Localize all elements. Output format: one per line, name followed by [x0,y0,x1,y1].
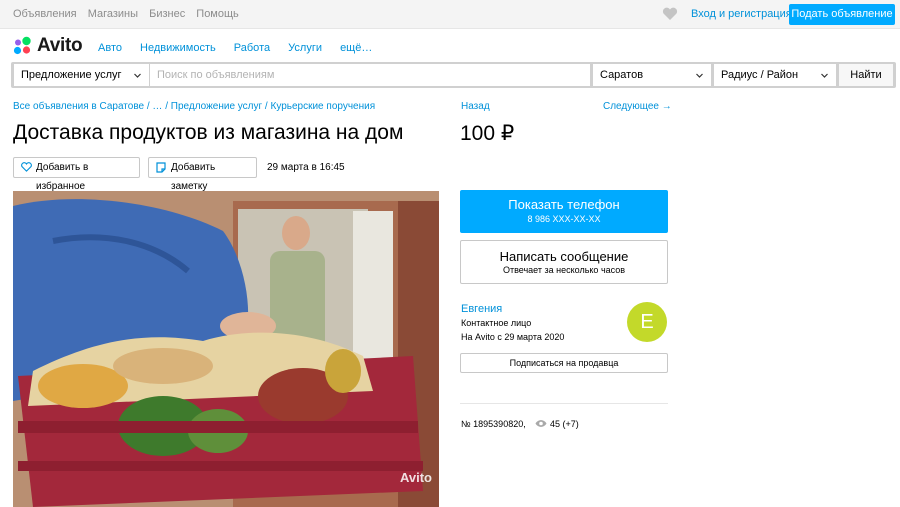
divider [460,403,668,404]
top-bar: Объявления Магазины Бизнес Помощь Вход и… [0,0,900,29]
note-icon [156,162,166,173]
login-link[interactable]: Вход и регистрация [691,8,792,20]
top-nav-business[interactable]: Бизнес [149,8,185,20]
view-count: 45 (+7) [550,419,579,429]
city-select-value: Саратов [600,69,644,81]
heart-icon [21,162,32,172]
top-nav-shops[interactable]: Магазины [88,8,138,20]
search-button[interactable]: Найти [839,64,893,86]
top-nav-help[interactable]: Помощь [196,8,239,20]
show-phone-button[interactable]: Показать телефон 8 986 XXX-XX-XX [460,190,668,233]
photo-watermark: Avito [399,470,432,485]
category-select-value: Предложение услуг [21,69,122,81]
catnav-realty[interactable]: Недвижимость [140,42,216,54]
category-nav: Авто Недвижимость Работа Услуги ещё… [98,42,387,54]
catnav-jobs[interactable]: Работа [234,42,270,54]
price: 100 ₽ [460,122,515,145]
next-link[interactable]: Следующее → [603,101,672,112]
write-message-label: Написать сообщение [499,249,629,264]
catnav-more[interactable]: ещё… [340,42,372,54]
logo-text: Avito [37,35,83,56]
radius-select-value: Радиус / Район [721,69,799,81]
top-nav-ads[interactable]: Объявления [13,8,77,20]
add-favorite-button[interactable]: Добавить в избранное [13,157,140,192]
radius-select[interactable]: Радиус / Район [714,64,836,86]
catnav-services[interactable]: Услуги [288,42,322,54]
listing-photo[interactable]: Avito [13,191,439,507]
avito-logo-icon [13,36,31,55]
back-link[interactable]: Назад [461,101,490,112]
seller-since: На Avito с 29 марта 2020 [461,332,565,342]
write-message-button[interactable]: Написать сообщение Отвечает за несколько… [460,240,668,284]
eye-icon [535,420,547,427]
search-input[interactable]: Поиск по объявлениям [150,64,590,86]
phone-number: 8 986 XXX-XX-XX [527,214,601,224]
seller-role: Контактное лицо [461,318,532,328]
subscribe-seller-button[interactable]: Подписаться на продавца [460,353,668,373]
chevron-down-icon [134,73,141,78]
add-note-button[interactable]: Добавить заметку [148,157,257,192]
post-date: 29 марта в 16:45 [267,162,345,173]
avatar[interactable]: Е [627,302,667,342]
show-phone-label: Показать телефон [508,197,620,212]
city-select[interactable]: Саратов [593,64,711,86]
post-ad-button[interactable]: Подать объявление [789,4,895,25]
chevron-down-icon [696,73,703,78]
favorites-heart-icon[interactable] [662,7,678,21]
breadcrumb[interactable]: Все объявления в Саратове / … / Предложе… [13,101,375,112]
add-favorite-label: Добавить в избранное [36,162,89,192]
seller-name-link[interactable]: Евгения [461,303,502,315]
add-note-label: Добавить заметку [171,162,216,192]
delivery-photo-image [13,191,439,507]
category-select[interactable]: Предложение услуг [14,64,149,86]
search-bar: Предложение услуг Поиск по объявлениям С… [11,62,896,88]
reply-time: Отвечает за несколько часов [502,265,626,275]
page-title: Доставка продуктов из магазина на дом [13,121,404,144]
ad-number: № 1895390820, [461,419,526,429]
top-nav: Объявления Магазины Бизнес Помощь [13,8,247,20]
catnav-auto[interactable]: Авто [98,42,122,54]
chevron-down-icon [821,73,828,78]
